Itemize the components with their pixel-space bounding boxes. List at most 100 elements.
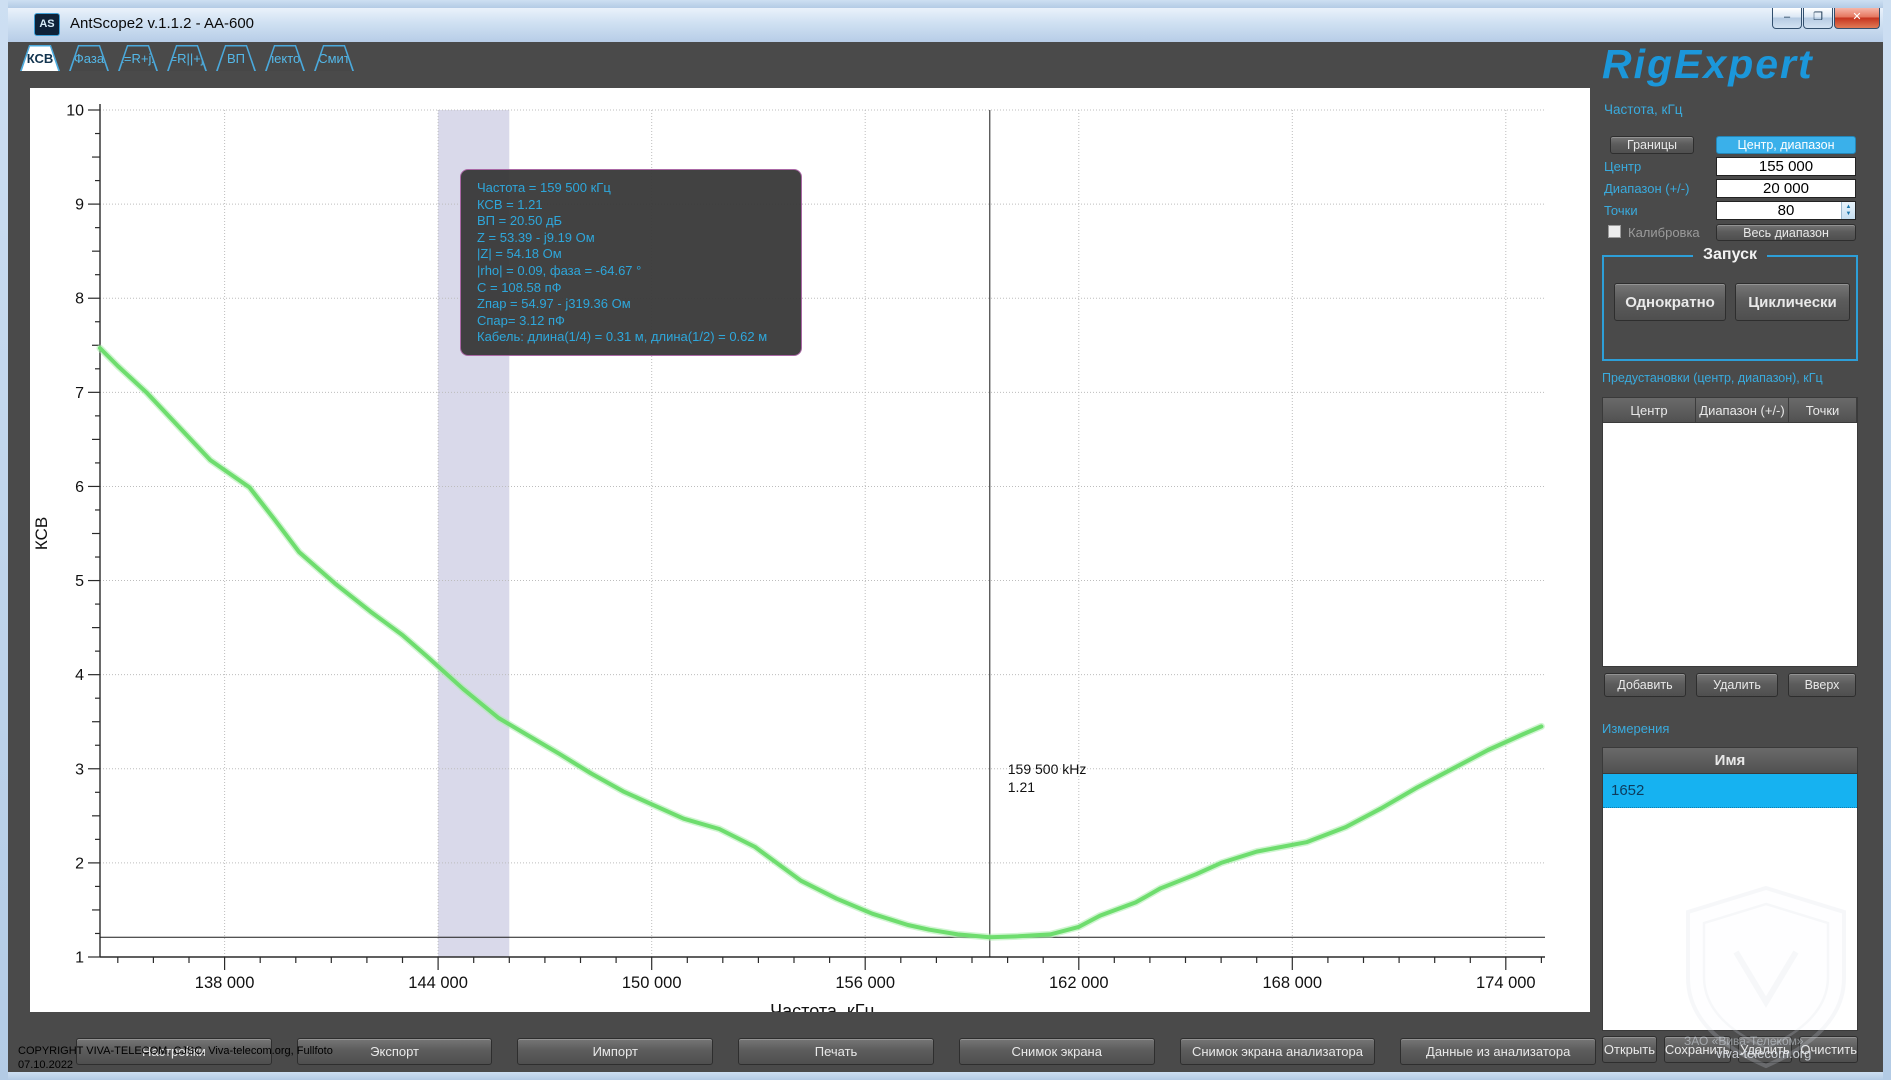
- tooltip-line: ВП = 20.50 дБ: [477, 213, 793, 230]
- run-cyclic-button[interactable]: Циклически: [1735, 283, 1850, 321]
- preset-delete-button[interactable]: Удалить: [1696, 673, 1778, 697]
- svg-text:7: 7: [75, 385, 84, 402]
- tab-label: ВП: [216, 45, 256, 71]
- tab-смит[interactable]: Смит: [314, 45, 354, 71]
- preset-up-button[interactable]: Вверх: [1788, 673, 1856, 697]
- svg-text:8: 8: [75, 291, 84, 308]
- svg-text:6: 6: [75, 479, 84, 496]
- tooltip-line: |Z| = 54.18 Ом: [477, 246, 793, 263]
- tooltip-line: C = 108.58 пФ: [477, 280, 793, 297]
- copyright-watermark: COPYRIGHT VIVA-TELECOM, CJSC. Viva-telec…: [18, 1044, 333, 1072]
- presets-section-label: Предустановки (центр, диапазон), кГц: [1602, 371, 1823, 385]
- tab-label: КСВ: [20, 45, 60, 71]
- presets-column-header: Центр: [1603, 398, 1696, 422]
- presets-column-header: Точки: [1789, 398, 1857, 422]
- spinner-up-icon[interactable]: ▲: [1846, 204, 1852, 211]
- presets-table-body[interactable]: [1602, 423, 1858, 667]
- tab-ксв[interactable]: КСВ: [20, 45, 60, 71]
- tab-label: Z=R||+jX: [167, 45, 207, 71]
- svg-text:10: 10: [66, 103, 84, 120]
- tab-label: Z=R+jX: [118, 45, 158, 71]
- span-label: Диапазон (+/-): [1604, 181, 1689, 196]
- svg-text:144 000: 144 000: [408, 974, 468, 992]
- tab-label: Рефлектометр: [265, 45, 305, 71]
- window-border-top: [0, 0, 1891, 8]
- center-span-mode-button[interactable]: Центр, диапазон: [1716, 136, 1856, 154]
- close-button[interactable]: ✕: [1834, 8, 1880, 29]
- tooltip-line: Кабель: длина(1/4) = 0.31 м, длина(1/2) …: [477, 329, 793, 346]
- spinner-down-icon[interactable]: ▼: [1846, 211, 1852, 218]
- import-button[interactable]: Импорт: [517, 1038, 713, 1065]
- points-spinner[interactable]: ▲▼: [1841, 202, 1855, 219]
- run-single-button[interactable]: Однократно: [1614, 283, 1726, 321]
- tooltip-line: Частота = 159 500 кГц: [477, 180, 793, 197]
- window-border-left: [0, 0, 8, 1080]
- app-icon: AS: [34, 13, 60, 36]
- tooltip-line: Cпар= 3.12 пФ: [477, 313, 793, 330]
- center-label: Центр: [1604, 159, 1641, 174]
- maximize-button[interactable]: ❐: [1803, 8, 1833, 29]
- marker-frequency-label: 159 500 kHz: [1008, 761, 1087, 777]
- rigexpert-logo: RigExpert: [1602, 41, 1814, 87]
- measurements-table-header: Имя: [1602, 747, 1858, 774]
- measurement-tooltip: Частота = 159 500 кГцКСВ = 1.21ВП = 20.5…: [460, 169, 802, 356]
- points-label: Точки: [1604, 203, 1638, 218]
- presets-table-header: ЦентрДиапазон (+/-)Точки: [1602, 397, 1858, 423]
- run-group-title: Запуск: [1693, 246, 1767, 264]
- analyzer-screenshot-button[interactable]: Снимок экрана анализатора: [1180, 1038, 1376, 1065]
- minimize-button[interactable]: –: [1772, 8, 1802, 29]
- window-border-bottom: [0, 1072, 1891, 1080]
- svg-text:4: 4: [75, 667, 84, 684]
- tab-label: Смит: [314, 45, 354, 71]
- svg-text:162 000: 162 000: [1049, 974, 1109, 992]
- full-range-button[interactable]: Весь диапазон: [1716, 224, 1856, 241]
- preset-add-button[interactable]: Добавить: [1604, 673, 1686, 697]
- tab-z-r-jx[interactable]: Z=R+jX: [118, 45, 158, 71]
- run-groupbox: Запуск Однократно Циклически: [1602, 255, 1858, 361]
- y-axis-title: КСВ: [32, 517, 51, 550]
- tab-рефлектометр[interactable]: Рефлектометр: [265, 45, 305, 71]
- svg-text:168 000: 168 000: [1262, 974, 1322, 992]
- swr-curve: [100, 348, 1541, 937]
- center-input[interactable]: [1716, 157, 1856, 176]
- tab-label: Фаза: [69, 45, 109, 71]
- analyzer-data-button[interactable]: Данные из анализатора: [1400, 1038, 1596, 1065]
- window-border-right: [1883, 0, 1891, 1080]
- titlebar: AS AntScope2 v.1.1.2 - AA-600 – ❐ ✕: [8, 8, 1883, 42]
- svg-text:2: 2: [75, 855, 84, 872]
- tab-bar: КСВ Фаза Z=R+jX Z=R||+jX ВП Рефлектометр Смит: [20, 45, 354, 71]
- swr-chart-panel[interactable]: 1 2 3 4 5 6 7 8 9 10 138 000 144 000 150 000 156 000 1…: [30, 88, 1590, 1012]
- calibration-checkbox[interactable]: [1608, 225, 1621, 238]
- swr-chart[interactable]: 1 2 3 4 5 6 7 8 9 10 138 000 144 000 150 000 156 000 1…: [30, 88, 1590, 1012]
- presets-column-header: Диапазон (+/-): [1696, 398, 1789, 422]
- swr-curve: [100, 348, 1541, 937]
- svg-text:156 000: 156 000: [835, 974, 895, 992]
- window-title: AntScope2 v.1.1.2 - AA-600: [70, 15, 254, 32]
- open-measurement-button[interactable]: Открыть: [1602, 1036, 1657, 1063]
- tooltip-line: |rho| = 0.09, фаза = -64.67 °: [477, 263, 793, 280]
- marker-swr-label: 1.21: [1008, 779, 1035, 795]
- svg-text:174 000: 174 000: [1476, 974, 1536, 992]
- svg-text:1: 1: [75, 950, 84, 967]
- x-axis-title: Частота, кГц: [770, 1001, 875, 1012]
- measurements-section-label: Измерения: [1602, 721, 1669, 736]
- svg-text:150 000: 150 000: [622, 974, 682, 992]
- tooltip-line: Zпар = 54.97 - j319.36 Ом: [477, 296, 793, 313]
- calibration-label: Калибровка: [1628, 225, 1700, 240]
- svg-text:5: 5: [75, 573, 84, 590]
- tab-z-r-jx[interactable]: Z=R||+jX: [167, 45, 207, 71]
- antscope2-window: AS AntScope2 v.1.1.2 - AA-600 – ❐ ✕ КСВ Ф…: [0, 0, 1891, 1080]
- print-button[interactable]: Печать: [738, 1038, 934, 1065]
- measurements-name-column: Имя: [1603, 748, 1857, 773]
- tab-фаза[interactable]: Фаза: [69, 45, 109, 71]
- points-input[interactable]: [1716, 201, 1856, 220]
- site-watermark: viva-telecom.org: [1716, 1046, 1811, 1061]
- svg-text:138 000: 138 000: [195, 974, 255, 992]
- screenshot-button[interactable]: Снимок экрана: [959, 1038, 1155, 1065]
- span-input[interactable]: [1716, 179, 1856, 198]
- bounds-mode-button[interactable]: Границы: [1610, 136, 1694, 154]
- tab-вп[interactable]: ВП: [216, 45, 256, 71]
- measurement-row[interactable]: 1652: [1603, 774, 1857, 808]
- svg-text:3: 3: [75, 761, 84, 778]
- svg-text:9: 9: [75, 197, 84, 214]
